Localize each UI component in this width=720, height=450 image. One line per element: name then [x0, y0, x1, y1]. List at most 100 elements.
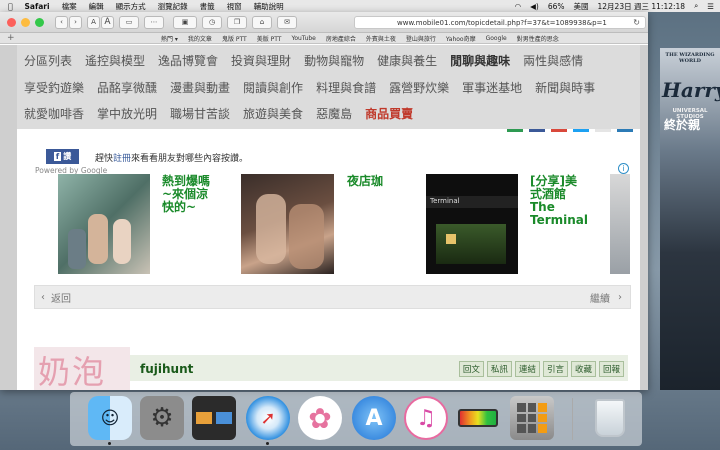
side-ad-banner[interactable]: THE WIZARDING WORLD Harry UNIVERSAL STUD…	[660, 48, 720, 390]
share-icon[interactable]	[507, 129, 523, 132]
ad-title[interactable]: 熱到爆嗎 ~來個涼 快的~	[162, 175, 210, 214]
category-link[interactable]: 漫畫與動畫	[170, 79, 230, 96]
wifi-icon[interactable]: ◠	[515, 2, 522, 11]
mail-icon[interactable]	[595, 129, 611, 132]
google-plus-icon[interactable]	[551, 129, 567, 132]
finder-icon[interactable]: ☺	[88, 396, 132, 440]
photos-icon[interactable]: ✿	[298, 396, 342, 440]
username-link[interactable]: fujihunt	[140, 362, 193, 376]
input-source[interactable]: 美國	[574, 1, 589, 12]
category-link[interactable]: 品酩享微醺	[97, 79, 157, 96]
next-arrow-icon[interactable]: ›	[618, 292, 622, 303]
ad-title[interactable]: 夜店珈	[347, 175, 383, 188]
category-link[interactable]: 職場甘苦談	[170, 105, 230, 122]
category-link[interactable]: 惡魔島	[316, 105, 352, 122]
menu-list-icon[interactable]: ☰	[707, 2, 714, 11]
category-link[interactable]: 料理與食譜	[316, 79, 376, 96]
mail-icon[interactable]: ✉	[277, 15, 297, 29]
bookmark-item[interactable]: 美版 PTT	[257, 34, 282, 43]
category-link[interactable]: 閱讀與創作	[243, 79, 303, 96]
ad-info-icon[interactable]: i	[618, 163, 629, 174]
calculator-icon[interactable]	[510, 396, 554, 440]
category-link-marketplace[interactable]: 商品買賣	[365, 105, 413, 122]
report-button[interactable]: 回報	[598, 361, 624, 377]
system-preferences-icon[interactable]: ⚙	[140, 396, 184, 440]
bookmark-item[interactable]: 熱門 ▾	[161, 34, 178, 43]
category-link[interactable]: 軍事迷基地	[462, 79, 522, 96]
favorite-button[interactable]: 收藏	[570, 361, 596, 377]
bookmark-item[interactable]: 對男性產的思念	[517, 34, 559, 43]
category-link[interactable]: 掌中放光明	[97, 105, 157, 122]
home-icon[interactable]: ⌂	[252, 15, 272, 29]
zoom-smaller-button[interactable]: A	[87, 15, 100, 29]
menu-file[interactable]: 檔案	[62, 1, 77, 12]
prev-arrow-icon[interactable]: ‹	[41, 292, 45, 303]
safari-icon[interactable]: ➚	[246, 396, 290, 440]
bookmark-item[interactable]: 我的文章	[188, 34, 212, 43]
register-link[interactable]: 註冊	[113, 154, 131, 164]
bookmark-item[interactable]: Google	[486, 35, 507, 42]
message-button[interactable]: 私訊	[486, 361, 512, 377]
category-link[interactable]: 投資與理財	[231, 52, 291, 69]
bookmark-item[interactable]: 房地產綜合	[326, 34, 356, 43]
category-link[interactable]: 分區列表	[24, 52, 72, 69]
app-store-icon[interactable]: A	[352, 396, 396, 440]
twitter-icon[interactable]	[573, 129, 589, 132]
reader-icon[interactable]: ▣	[173, 15, 197, 29]
bookmark-item[interactable]: 登山與旅行	[406, 34, 436, 43]
linkedin-icon[interactable]	[617, 129, 633, 132]
link-button[interactable]: 連結	[514, 361, 540, 377]
quote-button[interactable]: 引言	[542, 361, 568, 377]
trash-icon[interactable]	[588, 396, 632, 440]
prev-button[interactable]: 返回	[51, 290, 71, 305]
bookmark-item[interactable]: 外賓與土夜	[366, 34, 396, 43]
next-button[interactable]: 繼續	[590, 290, 610, 305]
back-button[interactable]: ‹	[55, 15, 68, 29]
reply-button[interactable]: 回文	[458, 361, 484, 377]
menu-view[interactable]: 顯示方式	[116, 1, 146, 12]
menu-help[interactable]: 輔助說明	[254, 1, 284, 12]
menu-edit[interactable]: 編輯	[89, 1, 104, 12]
category-link[interactable]: 遙控與模型	[85, 52, 145, 69]
category-link[interactable]: 享受釣遊樂	[24, 79, 84, 96]
category-link[interactable]: 就愛咖啡香	[24, 105, 84, 122]
sidebar-icon[interactable]: ▭	[119, 15, 139, 29]
ad-card[interactable]: 夜店珈	[241, 174, 401, 274]
category-link[interactable]: 露營野炊樂	[389, 79, 449, 96]
bookmark-item[interactable]: Yahoo奇摩	[446, 34, 476, 43]
close-window-button[interactable]	[7, 17, 16, 27]
minimize-window-button[interactable]	[21, 17, 30, 27]
apple-menu-icon[interactable]: 	[8, 2, 13, 11]
app-menu[interactable]: Safari	[25, 2, 50, 11]
volume-icon[interactable]: ◀)	[530, 2, 539, 11]
ad-card[interactable]: Terminal [分享]美 式酒館 The Terminal	[426, 174, 596, 274]
itunes-icon[interactable]: ♫	[404, 396, 448, 440]
grid-icon[interactable]: ⋯	[144, 15, 164, 29]
facebook-icon[interactable]	[529, 129, 545, 132]
category-link[interactable]: 健康與養生	[377, 52, 437, 69]
category-link[interactable]: 逸品博覽會	[158, 52, 218, 69]
battery-percent[interactable]: 66%	[548, 2, 565, 11]
category-link[interactable]: 新聞與時事	[535, 79, 595, 96]
search-icon[interactable]: ⌕	[694, 1, 698, 11]
zoom-larger-button[interactable]: A	[101, 15, 114, 29]
address-bar[interactable]: www.mobile01.com/topicdetail.php?f=37&t=…	[354, 16, 646, 29]
category-link[interactable]: 兩性與感情	[523, 52, 583, 69]
menu-history[interactable]: 瀏覽記錄	[158, 1, 188, 12]
menu-window[interactable]: 視窗	[227, 1, 242, 12]
bookmark-item[interactable]: 鬼版 PTT	[222, 34, 247, 43]
category-link-active[interactable]: 閒聊與趣味	[450, 52, 510, 69]
add-bookmark-icon[interactable]: +	[7, 33, 15, 43]
menubar-clock[interactable]: 12月23日 週三 11:12:18	[598, 1, 686, 12]
forward-button[interactable]: ›	[69, 15, 82, 29]
mission-control-icon[interactable]	[192, 396, 236, 440]
avatar[interactable]: 奶泡	[34, 347, 130, 390]
reload-icon[interactable]: ↻	[633, 18, 640, 27]
ad-title[interactable]: [分享]美 式酒館 The Terminal	[530, 175, 588, 227]
bookmark-item[interactable]: YouTube	[291, 35, 315, 42]
history-icon[interactable]: ◷	[202, 15, 222, 29]
category-link[interactable]: 旅遊與美食	[243, 105, 303, 122]
category-link[interactable]: 動物與寵物	[304, 52, 364, 69]
menu-bookmarks[interactable]: 書籤	[200, 1, 215, 12]
battery-monitor-icon[interactable]	[456, 396, 500, 440]
